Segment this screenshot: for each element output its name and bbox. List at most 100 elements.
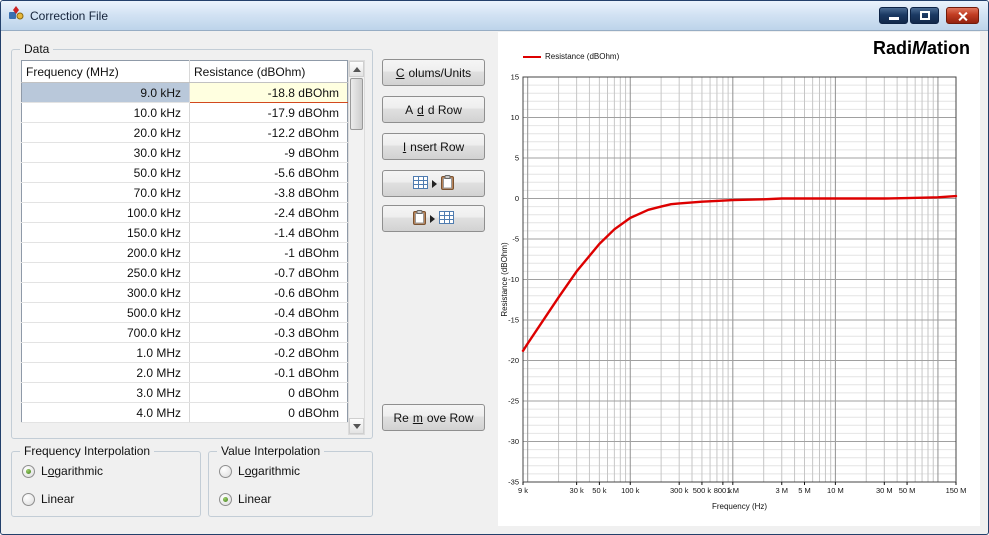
maximize-button[interactable] [910,7,939,24]
clipboard-icon [413,209,426,228]
resistance-cell[interactable]: -0.1 dBOhm [189,362,348,383]
table-row[interactable]: 1.0 MHz -0.2 dBOhm [21,342,348,363]
svg-text:300 k: 300 k [670,486,689,495]
resistance-cell[interactable]: -18.8 dBOhm [189,82,348,103]
frequency-cell[interactable]: 70.0 kHz [21,182,190,203]
frequency-cell[interactable]: 500.0 kHz [21,302,190,323]
resistance-cell[interactable]: -12.2 dBOhm [189,122,348,143]
scrollbar-thumb[interactable] [350,78,363,130]
value-interpolation-label: Value Interpolation [217,444,325,458]
radio-value-logarithmic[interactable]: Logarithmic [219,464,300,478]
correction-file-window: Correction File Data Frequency (MHz) Res… [0,0,989,535]
frequency-interpolation-label: Frequency Interpolation [20,444,155,458]
frequency-cell[interactable]: 150.0 kHz [21,222,190,243]
svg-text:1 M: 1 M [727,486,740,495]
scroll-down-button[interactable] [349,418,364,434]
radio-icon [219,464,232,478]
svg-text:15: 15 [511,73,519,82]
svg-text:9 k: 9 k [518,486,528,495]
radio-icon [219,492,232,506]
frequency-cell[interactable]: 200.0 kHz [21,242,190,263]
resistance-cell[interactable]: -1 dBOhm [189,242,348,263]
resistance-cell[interactable]: -0.4 dBOhm [189,302,348,323]
value-interpolation-group: Value Interpolation Logarithmic Linear [208,444,373,517]
radio-label: Logarithmic [238,464,301,478]
titlebar[interactable]: Correction File [1,1,988,31]
insert-row-button[interactable]: Insert Row [382,133,485,160]
table-row[interactable]: 150.0 kHz -1.4 dBOhm [21,222,348,243]
svg-text:100 k: 100 k [621,486,640,495]
scroll-up-button[interactable] [349,61,364,77]
resistance-cell[interactable]: -1.4 dBOhm [189,222,348,243]
frequency-cell[interactable]: 50.0 kHz [21,162,190,183]
column-header-frequency: Frequency (MHz) [21,60,190,83]
frequency-cell[interactable]: 1.0 MHz [21,342,190,363]
table-row[interactable]: 70.0 kHz -3.8 dBOhm [21,182,348,203]
svg-text:Resistance (dBOhm): Resistance (dBOhm) [500,242,509,317]
svg-text:-20: -20 [508,356,519,365]
svg-text:50 k: 50 k [592,486,606,495]
arrow-up-icon [353,67,361,72]
app-icon [8,5,24,26]
table-row[interactable]: 4.0 MHz 0 dBOhm [21,402,348,423]
minimize-button[interactable] [879,7,908,24]
resistance-cell[interactable]: -0.3 dBOhm [189,322,348,343]
table-row[interactable]: 2.0 MHz -0.1 dBOhm [21,362,348,383]
resistance-cell[interactable]: -2.4 dBOhm [189,202,348,223]
table-row[interactable]: 20.0 kHz -12.2 dBOhm [21,122,348,143]
table-row[interactable]: 9.0 kHz -18.8 dBOhm [21,82,348,103]
remove-row-button[interactable]: Re m ove Row [382,404,485,431]
paste-clipboard-to-table-button[interactable] [382,205,485,232]
resistance-cell[interactable]: -3.8 dBOhm [189,182,348,203]
frequency-cell[interactable]: 30.0 kHz [21,142,190,163]
frequency-cell[interactable]: 250.0 kHz [21,262,190,283]
table-scrollbar[interactable] [348,60,365,435]
resistance-cell[interactable]: 0 dBOhm [189,402,348,423]
table-row[interactable]: 300.0 kHz -0.6 dBOhm [21,282,348,303]
frequency-cell[interactable]: 700.0 kHz [21,322,190,343]
close-button[interactable] [946,7,979,24]
maximize-icon [920,11,930,20]
svg-text:-25: -25 [508,397,519,406]
table-row[interactable]: 100.0 kHz -2.4 dBOhm [21,202,348,223]
table-icon [413,175,428,192]
frequency-cell[interactable]: 2.0 MHz [21,362,190,383]
svg-text:5 M: 5 M [798,486,811,495]
frequency-cell[interactable]: 300.0 kHz [21,282,190,303]
resistance-cell[interactable]: -0.6 dBOhm [189,282,348,303]
resistance-cell[interactable]: -5.6 dBOhm [189,162,348,183]
columns-units-button[interactable]: Colums/Units [382,59,485,86]
table-row[interactable]: 10.0 kHz -17.9 dBOhm [21,102,348,123]
frequency-cell[interactable]: 9.0 kHz [21,82,190,103]
resistance-cell[interactable]: -17.9 dBOhm [189,102,348,123]
add-row-button[interactable]: Add Row [382,96,485,123]
radio-frequency-logarithmic[interactable]: Logarithmic [22,464,103,478]
svg-text:50 M: 50 M [899,486,916,495]
table-row[interactable]: 3.0 MHz 0 dBOhm [21,382,348,403]
resistance-cell[interactable]: -9 dBOhm [189,142,348,163]
frequency-cell[interactable]: 3.0 MHz [21,382,190,403]
table-row[interactable]: 700.0 kHz -0.3 dBOhm [21,322,348,343]
resistance-cell[interactable]: 0 dBOhm [189,382,348,403]
data-table[interactable]: Frequency (MHz) Resistance (dBOhm) 9.0 k… [21,60,348,423]
svg-text:-30: -30 [508,437,519,446]
frequency-cell[interactable]: 20.0 kHz [21,122,190,143]
frequency-cell[interactable]: 4.0 MHz [21,402,190,423]
column-header-resistance: Resistance (dBOhm) [189,60,348,83]
arrow-down-icon [353,424,361,429]
table-row[interactable]: 500.0 kHz -0.4 dBOhm [21,302,348,323]
table-row[interactable]: 30.0 kHz -9 dBOhm [21,142,348,163]
frequency-cell[interactable]: 100.0 kHz [21,202,190,223]
svg-text:500 k: 500 k [693,486,712,495]
radio-value-linear[interactable]: Linear [219,492,271,506]
frequency-cell[interactable]: 10.0 kHz [21,102,190,123]
svg-text:0: 0 [515,194,519,203]
table-row[interactable]: 250.0 kHz -0.7 dBOhm [21,262,348,283]
table-row[interactable]: 200.0 kHz -1 dBOhm [21,242,348,263]
radio-frequency-linear[interactable]: Linear [22,492,74,506]
copy-table-to-clipboard-button[interactable] [382,170,485,197]
resistance-cell[interactable]: -0.2 dBOhm [189,342,348,363]
minimize-icon [889,17,899,20]
table-row[interactable]: 50.0 kHz -5.6 dBOhm [21,162,348,183]
resistance-cell[interactable]: -0.7 dBOhm [189,262,348,283]
